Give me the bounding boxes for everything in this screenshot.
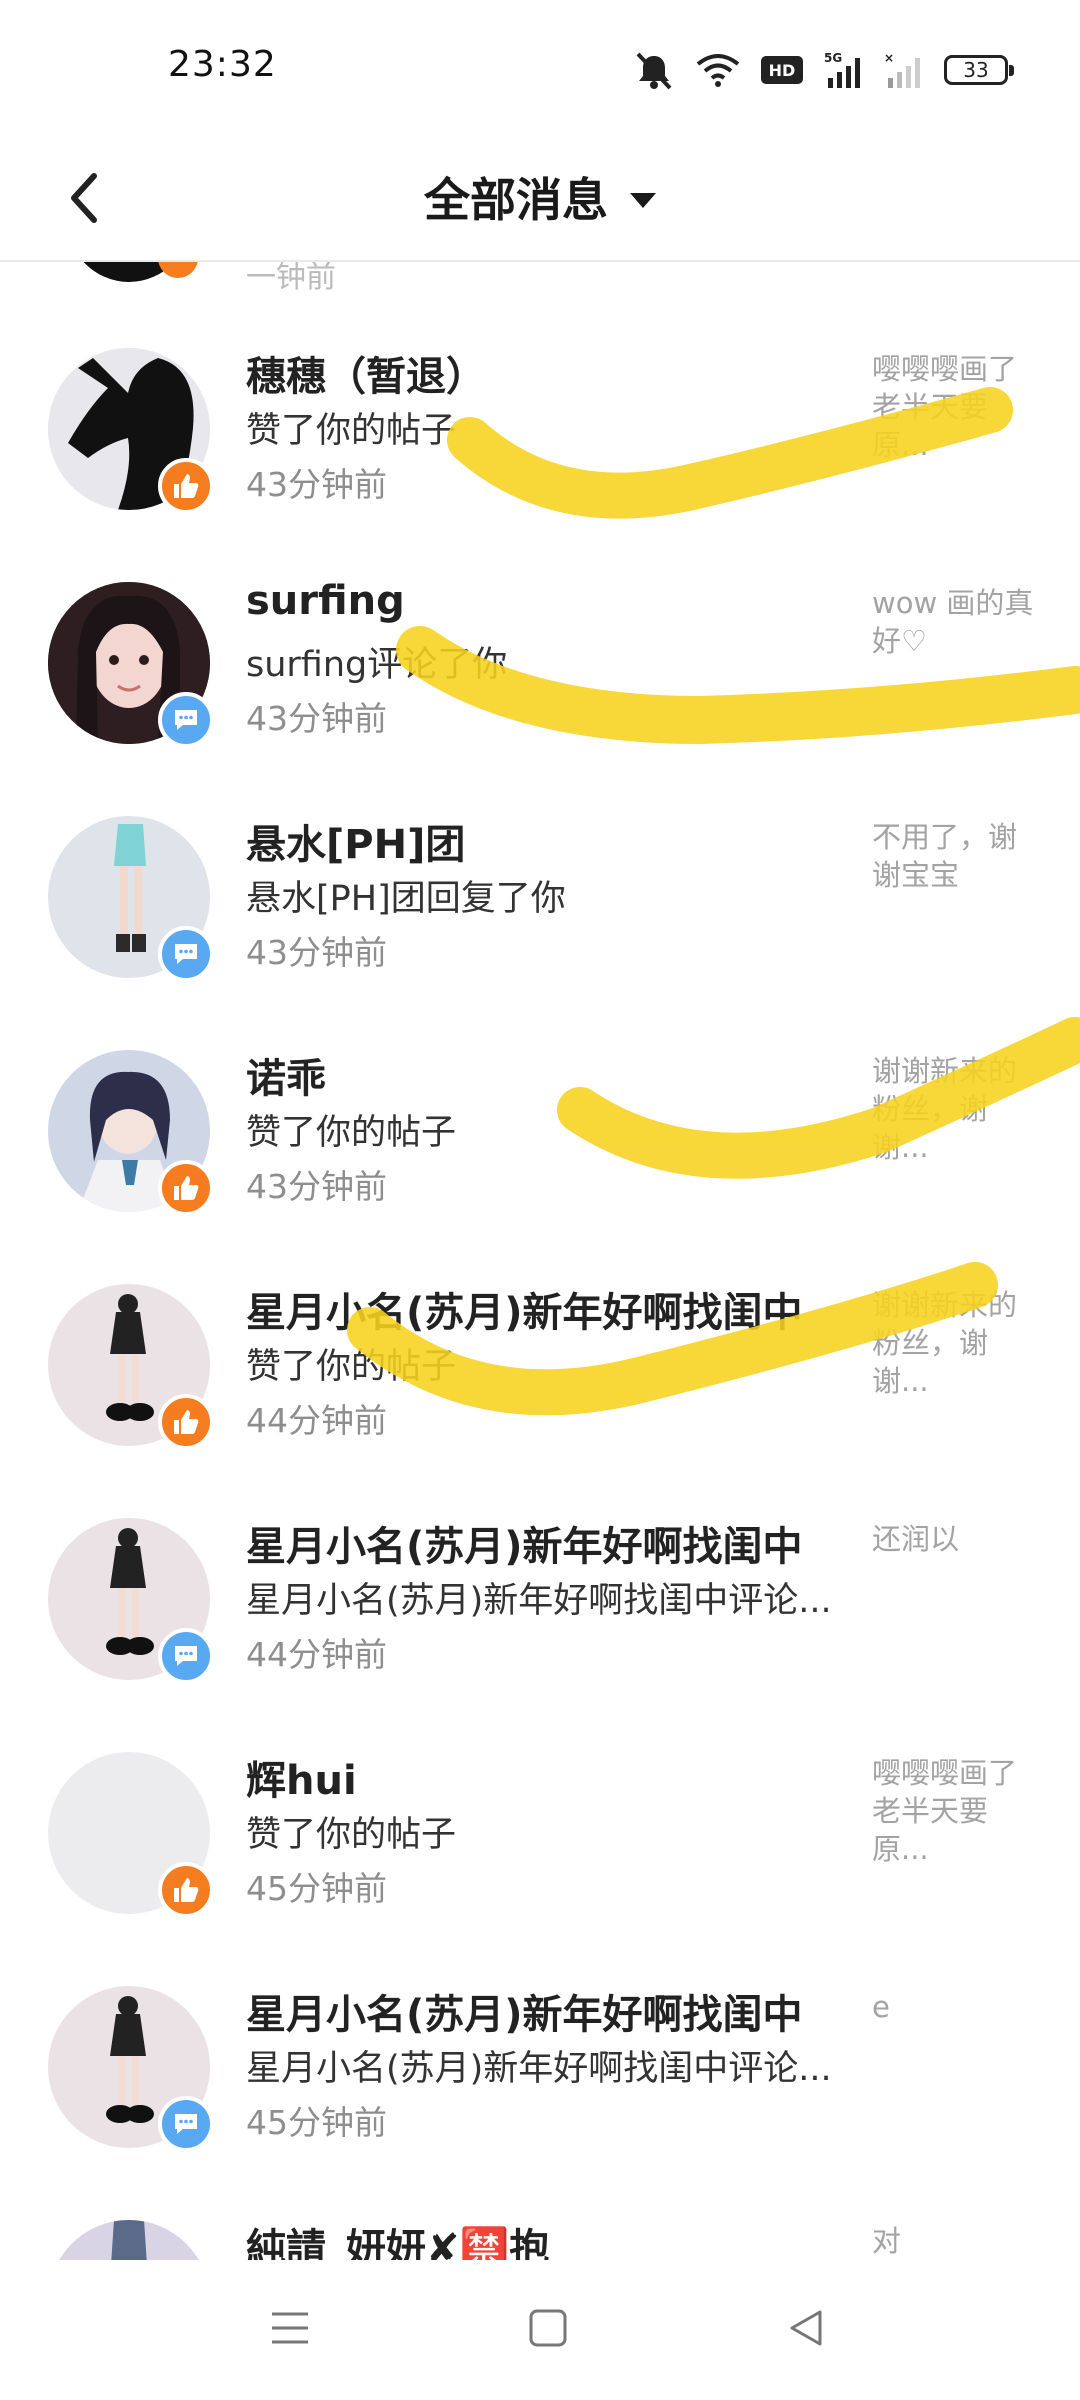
post-preview[interactable]: wow 画的真好♡ xyxy=(872,584,1042,660)
sender-name[interactable]: 悬水[PH]团 xyxy=(246,812,465,870)
home-square-icon xyxy=(529,2309,567,2347)
list-item[interactable]: 悬水[PH]团 悬水[PH]团回复了你 43分钟前 不用了，谢谢宝宝 xyxy=(0,730,1080,982)
list-item[interactable]: 星月小名(苏月)新年好啊找闺中 星月小名(苏月)新年好啊找闺中评论... 44分… xyxy=(0,1432,1080,1684)
post-preview[interactable]: 谢谢新来的粉丝，谢谢... xyxy=(872,1286,1042,1400)
svg-text:HD: HD xyxy=(769,61,796,80)
sender-name[interactable]: 純請_妍妍✘🈲抱 xyxy=(246,2216,549,2260)
sender-name[interactable]: 星月小名(苏月)新年好啊找闺中 xyxy=(246,1982,803,2040)
post-preview[interactable]: 还润以 xyxy=(872,1520,1042,1558)
action-text: 赞了你的帖子 xyxy=(246,1347,457,1387)
signal-5g-icon: 5G xyxy=(824,51,860,88)
avatar xyxy=(48,2220,210,2260)
back-nav-button[interactable] xyxy=(766,2298,846,2358)
signal-weak-icon: × xyxy=(884,51,920,88)
sender-name[interactable]: 星月小名(苏月)新年好啊找闺中 xyxy=(246,1514,803,1572)
list-item[interactable]: surfing surfing评论了你 43分钟前 wow 画的真好♡ xyxy=(0,496,1080,748)
action-text: 星月小名(苏月)新年好啊找闺中评论... xyxy=(246,1581,832,1621)
post-preview[interactable]: 对 xyxy=(872,2222,1042,2260)
caret-down-icon xyxy=(630,192,656,208)
mute-bell-icon xyxy=(636,52,672,90)
filter-dropdown[interactable]: 全部消息 xyxy=(0,164,1080,230)
menu-icon xyxy=(272,2312,308,2344)
action-text: 赞了你的帖子 xyxy=(246,1113,457,1153)
list-item[interactable]: 辉hui 赞了你的帖子 45分钟前 嘤嘤嘤画了老半天要原... xyxy=(0,1666,1080,1918)
action-text: surfing评论了你 xyxy=(246,645,508,685)
home-button[interactable] xyxy=(508,2298,588,2358)
post-preview[interactable]: 嘤嘤嘤画了老半天要原... xyxy=(872,350,1042,464)
action-text: 赞了你的帖子 xyxy=(246,1815,457,1855)
page-title: 全部消息 xyxy=(424,173,608,227)
action-text: 星月小名(苏月)新年好啊找闺中评论... xyxy=(246,2049,832,2089)
list-item[interactable]: 星月小名(苏月)新年好啊找闺中 星月小名(苏月)新年好啊找闺中评论... 45分… xyxy=(0,1900,1080,2152)
action-text: 赞了你的帖子 xyxy=(246,411,457,451)
post-preview[interactable]: e xyxy=(872,1988,1042,2026)
list-item[interactable]: 純請_妍妍✘🈲抱 对 xyxy=(0,2134,1080,2260)
sender-name[interactable]: 穗穗（暂退） xyxy=(246,344,486,402)
list-item[interactable]: 诺乖 赞了你的帖子 43分钟前 谢谢新来的粉丝，谢谢... xyxy=(0,964,1080,1216)
header: 全部消息 xyxy=(0,140,1080,262)
sender-name[interactable]: 星月小名(苏月)新年好啊找闺中 xyxy=(246,1280,803,1338)
battery-icon: 33 xyxy=(944,55,1014,85)
list-item[interactable]: 穗穗（暂退） 赞了你的帖子 43分钟前 嘤嘤嘤画了老半天要原... xyxy=(0,262,1080,514)
post-preview[interactable]: 不用了，谢谢宝宝 xyxy=(872,818,1042,894)
back-triangle-icon xyxy=(790,2310,822,2346)
menu-button[interactable] xyxy=(250,2298,330,2358)
svg-text:×: × xyxy=(884,51,894,65)
status-bar: 23:32 HD 5G × 33 xyxy=(0,0,1080,140)
sender-name[interactable]: surfing xyxy=(246,578,405,624)
action-text: 悬水[PH]团回复了你 xyxy=(246,879,566,919)
wifi-icon xyxy=(696,54,740,87)
status-time: 23:32 xyxy=(168,44,277,85)
sender-name[interactable]: 诺乖 xyxy=(246,1046,326,1104)
svg-text:5G: 5G xyxy=(824,51,842,65)
message-list[interactable]: 一钟前 穗穗（暂退） 赞了你的帖子 43分钟前 嘤嘤嘤画了老半天要原... su… xyxy=(0,262,1080,2260)
hd-icon: HD xyxy=(761,56,803,84)
system-navbar xyxy=(0,2260,1080,2400)
sender-name[interactable]: 辉hui xyxy=(246,1748,357,1806)
status-icons: HD 5G × 33 xyxy=(632,50,1014,90)
list-item[interactable]: 星月小名(苏月)新年好啊找闺中 赞了你的帖子 44分钟前 谢谢新来的粉丝，谢谢.… xyxy=(0,1198,1080,1450)
post-preview[interactable]: 谢谢新来的粉丝，谢谢... xyxy=(872,1052,1042,1166)
post-preview[interactable]: 嘤嘤嘤画了老半天要原... xyxy=(872,1754,1042,1868)
